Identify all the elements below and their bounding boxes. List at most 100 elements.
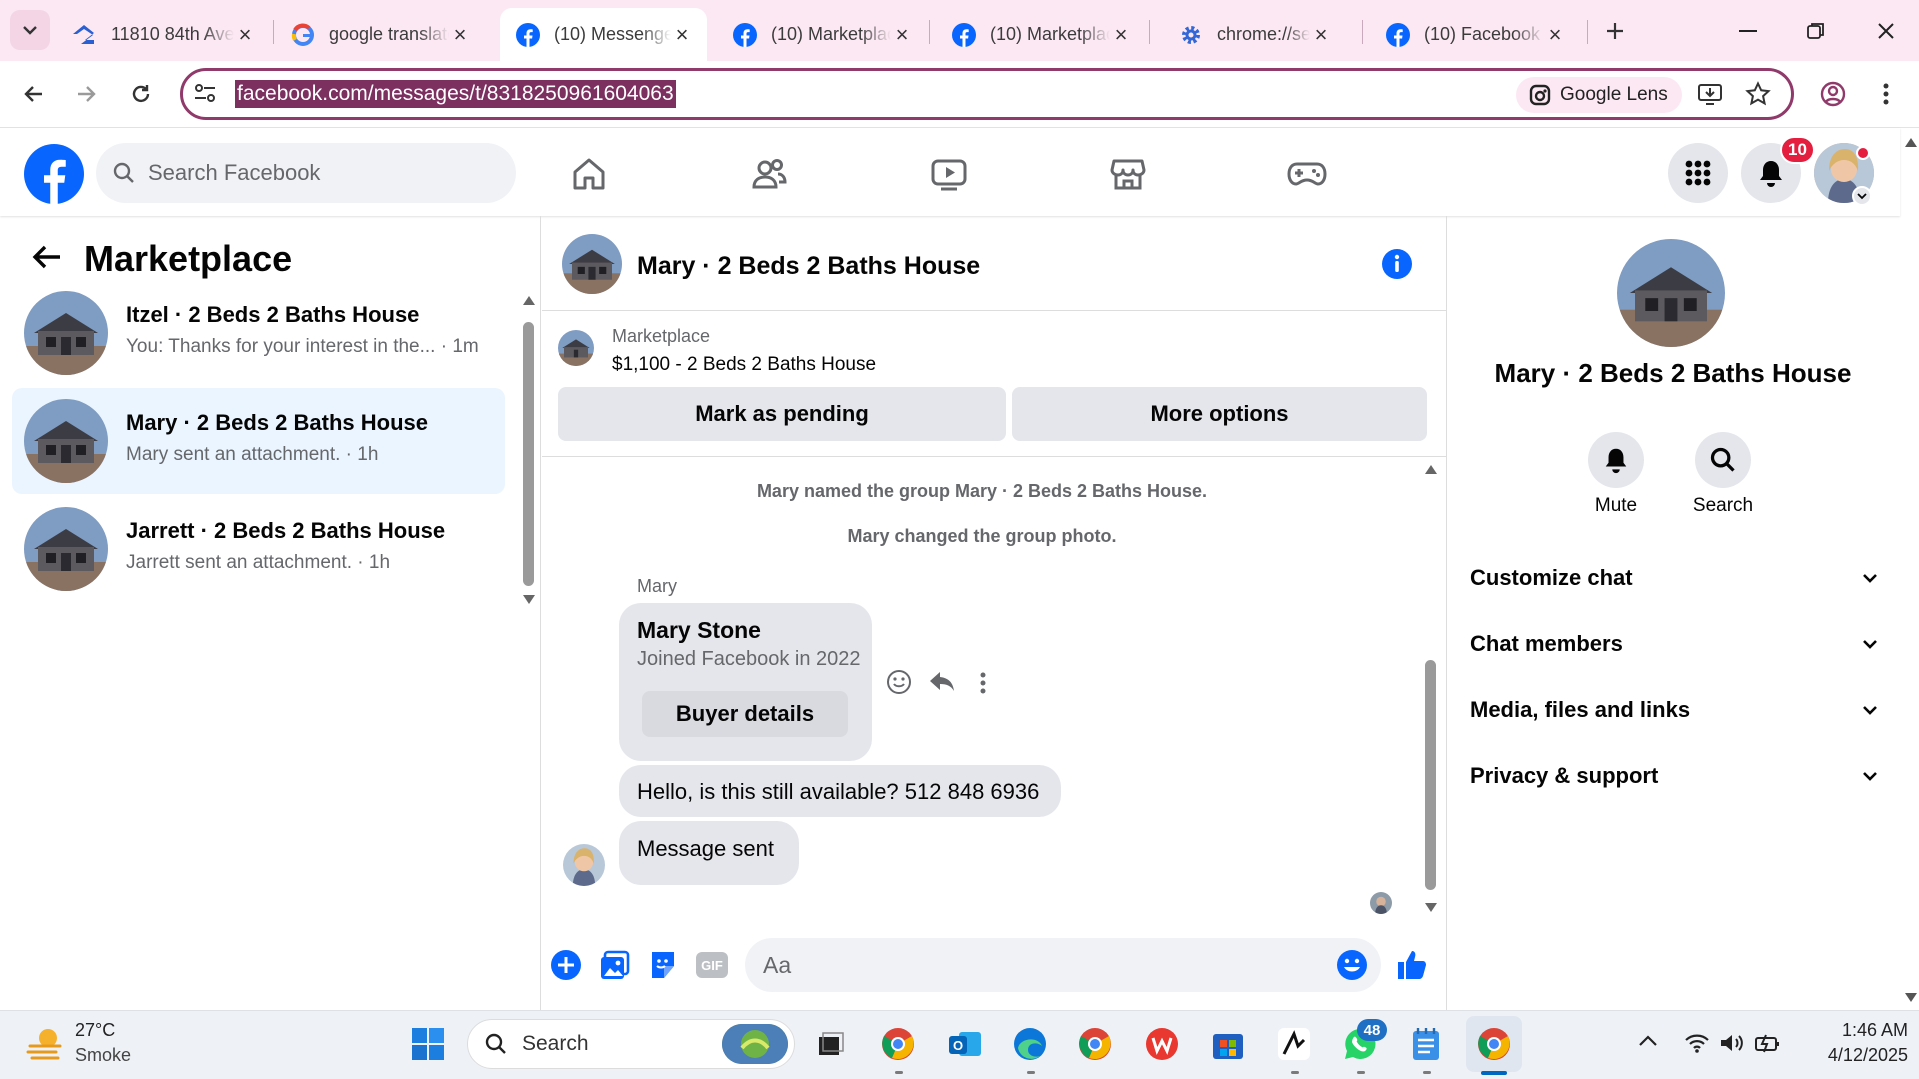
mute-label: Mute [1594,495,1638,516]
back-button[interactable] [16,76,52,112]
clock-time[interactable]: 1:46 AM [1800,1020,1908,1041]
new-tab-button[interactable] [1598,14,1632,48]
clock-date[interactable]: 4/12/2025 [1800,1045,1908,1066]
tab-messenger[interactable]: (10) Messenger × [500,8,707,61]
react-button[interactable] [886,669,912,695]
chat-scrollbar-thumb[interactable] [1425,660,1436,890]
wifi-icon[interactable] [1684,1032,1710,1054]
show-hidden-icons[interactable] [1638,1034,1658,1048]
chat-members-section[interactable]: Chat members [1470,624,1880,664]
close-window-button[interactable] [1866,14,1906,48]
install-app-button[interactable] [1692,76,1728,112]
url-text[interactable]: facebook.com/messages/t/8318250961604063 [235,80,676,108]
taskbar-app[interactable] [1274,1024,1314,1064]
volume-icon[interactable] [1719,1032,1745,1054]
send-like-button[interactable] [1394,947,1430,983]
customize-chat-section[interactable]: Customize chat [1470,558,1880,598]
minimize-button[interactable] [1728,14,1768,48]
more-actions-plus-button[interactable] [548,947,584,983]
close-tab-icon[interactable]: × [1310,22,1332,47]
site-info-icon[interactable] [192,80,218,106]
more-options-button[interactable]: More options [1012,387,1427,441]
bookmark-button[interactable] [1740,76,1776,112]
nav-gaming[interactable] [1283,150,1331,198]
weather-widget[interactable] [26,1024,66,1064]
message-input[interactable]: Aa [745,938,1381,992]
minimize-icon [1739,30,1757,32]
taskbar-store[interactable] [1208,1024,1248,1064]
taskbar-edge[interactable] [1010,1024,1050,1064]
list-scroll-down[interactable] [522,594,536,606]
tab-search-button[interactable] [10,10,50,50]
tab-marketplace-2[interactable]: (10) Marketplace × [936,8,1146,61]
tab-google-translate[interactable]: google translate × [275,8,485,61]
nav-marketplace[interactable] [1104,150,1152,198]
mute-button[interactable] [1588,432,1644,488]
chat-scroll-up[interactable] [1424,463,1438,475]
task-view-button[interactable] [810,1024,850,1064]
media-files-links-section[interactable]: Media, files and links [1470,690,1880,730]
chrome-menu-button[interactable] [1868,76,1904,112]
nav-friends[interactable] [745,150,793,198]
chevron-up-icon [1639,1035,1657,1046]
list-scroll-up[interactable] [522,294,536,306]
nav-home[interactable] [565,150,613,198]
attach-photo-button[interactable] [597,947,633,983]
start-button[interactable] [408,1024,448,1064]
restore-button[interactable] [1796,14,1836,48]
facebook-logo[interactable] [24,144,84,204]
search-conversation-button[interactable] [1695,432,1751,488]
sticker-button[interactable] [645,947,681,983]
close-tab-icon[interactable]: × [1110,22,1132,47]
facebook-search-input[interactable]: Search Facebook [96,143,516,203]
tab-chrome-settings[interactable]: chrome://settings × [1163,8,1346,61]
reload-button[interactable] [123,76,159,112]
more-vertical-icon [980,672,986,694]
conversation-mary[interactable]: Mary · 2 Beds 2 Baths House Mary sent an… [12,388,505,494]
taskbar-outlook[interactable]: O [945,1024,985,1064]
forward-button[interactable] [68,76,104,112]
taskbar-chrome-active[interactable] [1474,1024,1514,1064]
buyer-details-button[interactable]: Buyer details [642,691,848,737]
conversation-itzel[interactable]: Itzel · 2 Beds 2 Baths House You: Thanks… [12,280,505,386]
tab-zillow[interactable]: 11810 84th Ave × [55,8,270,61]
taskbar-notepad[interactable] [1406,1024,1446,1064]
chat-scroll-down[interactable] [1424,902,1438,914]
mark-as-pending-button[interactable]: Mark as pending [558,387,1006,441]
taskbar-wps[interactable] [1142,1024,1182,1064]
gif-button[interactable]: GIF [694,947,730,983]
close-tab-icon[interactable]: × [891,22,913,47]
taskbar-chrome-profile[interactable] [878,1024,918,1064]
page-scroll-up[interactable] [1904,136,1918,148]
privacy-support-section[interactable]: Privacy & support [1470,756,1880,796]
search-highlight-image[interactable] [722,1024,788,1064]
google-lens-button[interactable]: Google Lens [1516,77,1682,113]
taskbar-chrome[interactable] [1075,1024,1115,1064]
close-tab-icon[interactable]: × [234,22,256,47]
right-panel-house-avatar[interactable] [1617,239,1725,347]
more-actions-button[interactable] [979,671,987,695]
account-chevron[interactable] [1852,186,1872,206]
weather-temp: 27°C [75,1020,116,1040]
tab-marketplace-1[interactable]: (10) Marketplace × [717,8,927,61]
conversation-info-button[interactable] [1381,248,1413,280]
list-scrollbar-thumb[interactable] [523,322,534,586]
tab-facebook[interactable]: (10) Facebook × [1370,8,1580,61]
close-tab-icon[interactable]: × [671,22,693,47]
close-tab-icon[interactable]: × [1544,22,1566,47]
back-arrow-button[interactable] [30,240,64,274]
menu-button[interactable] [1668,143,1728,203]
reply-button[interactable] [928,669,956,695]
nav-video[interactable] [925,150,973,198]
page-scroll-down[interactable] [1904,992,1918,1004]
listing-price-title[interactable]: $1,100 - 2 Beds 2 Baths House [612,354,876,376]
listing-thumbnail[interactable] [558,330,594,366]
chat-title[interactable]: Mary · 2 Beds 2 Baths House [637,252,980,281]
conversation-jarrett[interactable]: Jarrett · 2 Beds 2 Baths House Jarrett s… [12,496,505,602]
profile-button[interactable] [1815,76,1851,112]
emoji-button[interactable] [1334,947,1370,983]
battery-icon[interactable] [1754,1032,1782,1054]
chat-house-avatar[interactable] [562,234,622,294]
close-tab-icon[interactable]: × [449,22,471,47]
sender-avatar[interactable] [563,844,605,886]
